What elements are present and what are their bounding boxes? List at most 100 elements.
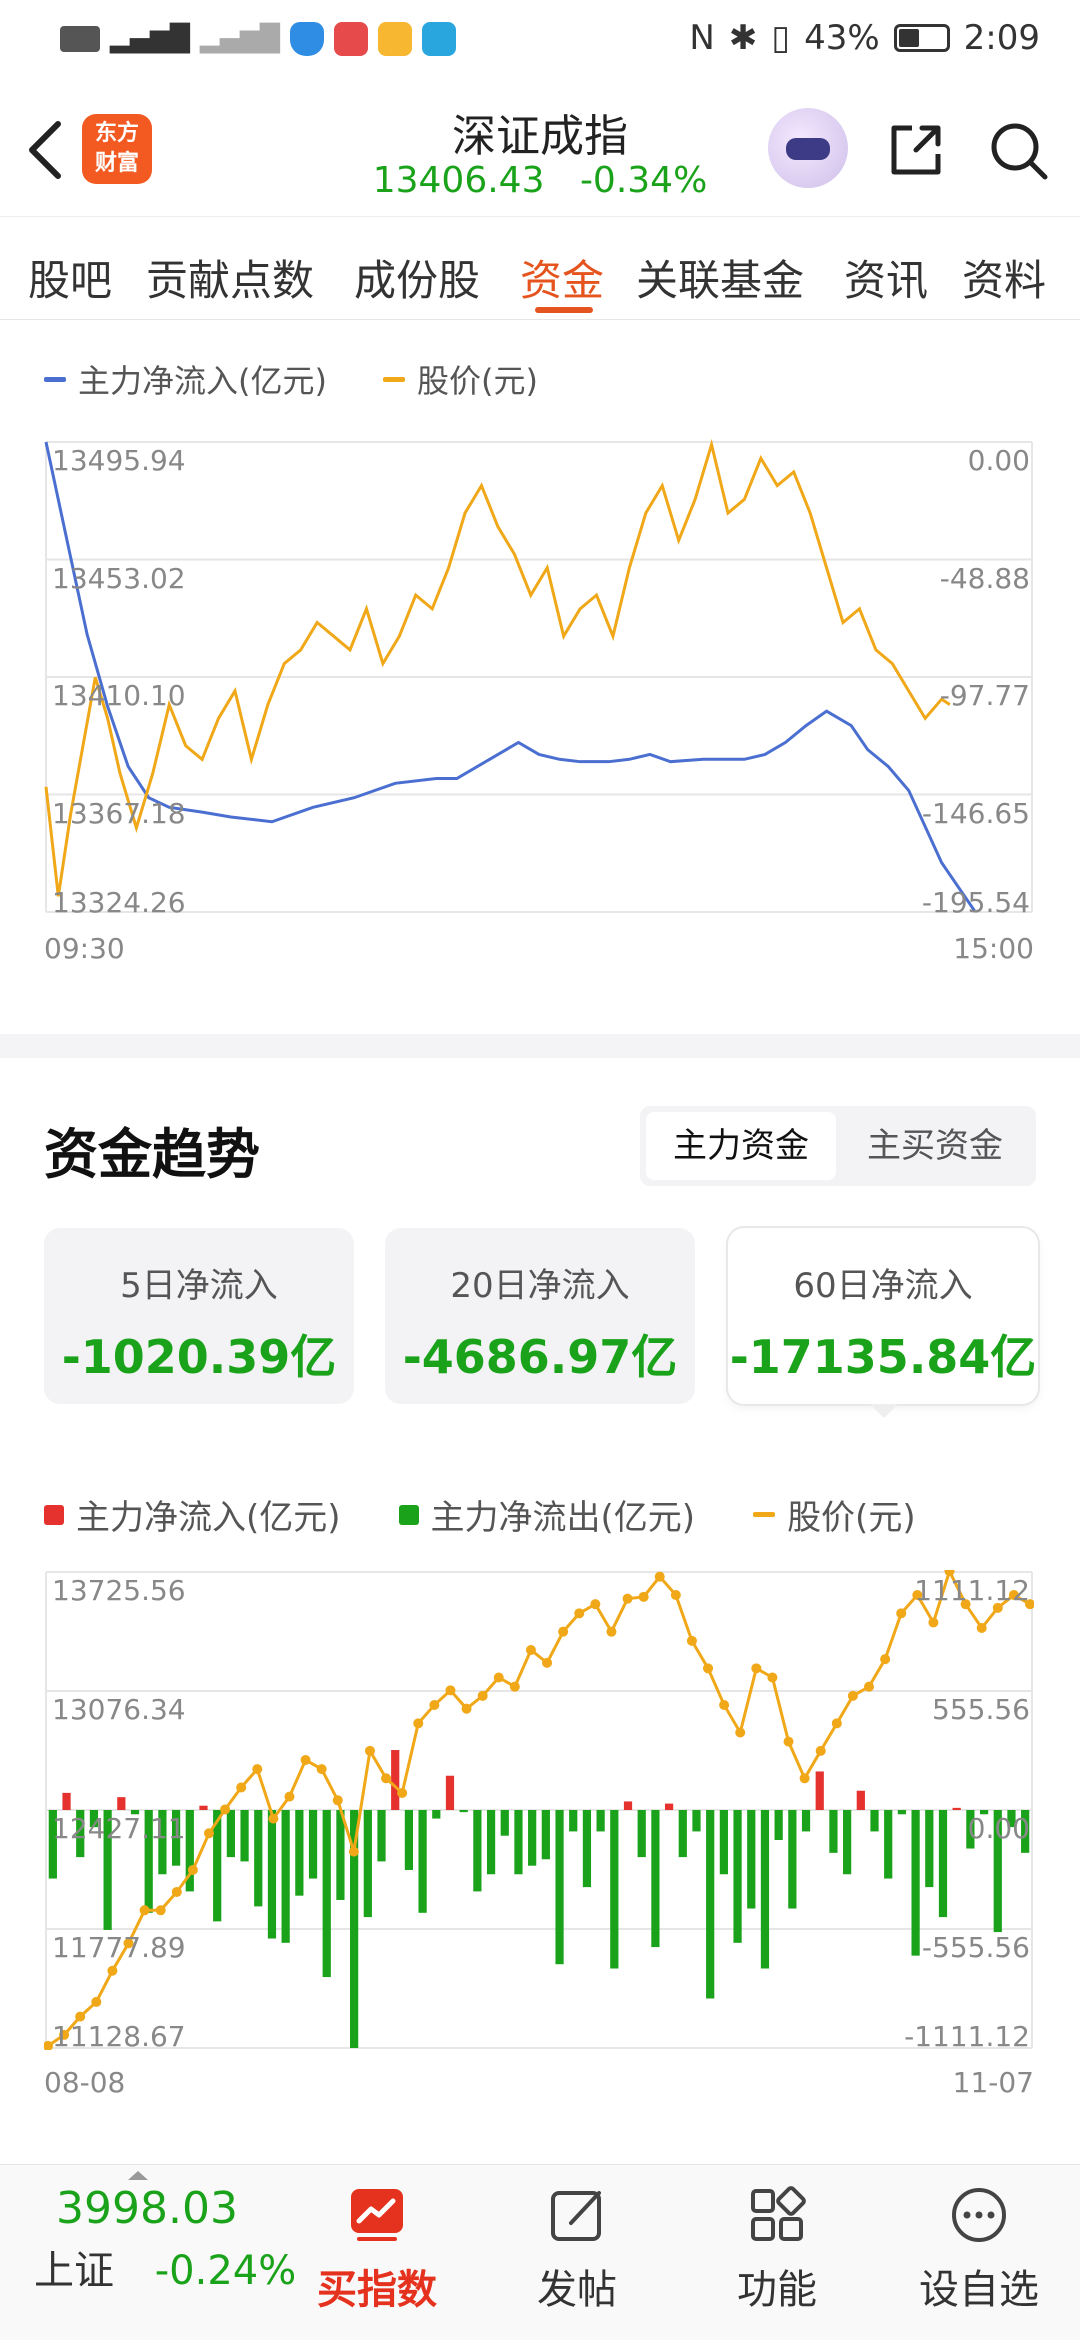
outflow-bar <box>829 1810 838 1853</box>
outflow-bar <box>308 1810 318 1879</box>
card-20day[interactable]: 20日净流入 -4686.97亿 <box>385 1228 695 1404</box>
y-tick-right: -48.88 <box>939 561 1030 595</box>
y-tick-left: 13725.56 <box>52 1574 186 1607</box>
index-price: 13406.43 <box>372 160 545 201</box>
card-value: -1020.39亿 <box>61 1330 337 1384</box>
price-point <box>703 1663 714 1674</box>
inflow-swatch <box>44 1504 64 1525</box>
huawei-app-icon <box>333 22 368 56</box>
vibrate-icon: ▯ <box>771 18 791 58</box>
nav-add-watchlist[interactable]: 设自选 <box>904 2175 1054 2315</box>
y-tick-right: 1111.12 <box>914 1574 1030 1607</box>
outflow-bar <box>336 1810 345 1900</box>
outflow-bar <box>706 1810 715 1999</box>
bluetooth-icon: ✱ <box>728 18 758 58</box>
card-label: 5日净流入 <box>120 1266 278 1306</box>
inflow-bar <box>199 1805 208 1810</box>
nfc-icon: N <box>689 18 715 58</box>
legend-price-label: 股价(元) <box>416 362 538 400</box>
outflow-bar <box>555 1810 564 1965</box>
more-icon <box>952 2188 1006 2242</box>
intraday-flow-chart[interactable]: 13495.94 13453.02 13410.10 13367.18 13324.26… <box>44 432 1034 965</box>
assistant-robot-icon[interactable] <box>768 108 848 188</box>
price-swatch <box>382 376 405 382</box>
nav-label: 发帖 <box>537 2267 617 2313</box>
y-tick-right: 555.56 <box>932 1693 1030 1726</box>
x-tick: 08-08 <box>44 2066 126 2099</box>
price-point <box>220 1804 231 1815</box>
price-point <box>139 1905 150 1916</box>
price-point <box>364 1745 375 1756</box>
toggle-buy-funds[interactable]: 主买资金 <box>840 1112 1030 1180</box>
ticker-caret-icon[interactable] <box>128 2171 148 2180</box>
outflow-bar <box>692 1810 701 1832</box>
nav-label: 设自选 <box>919 2267 1039 2313</box>
price-point <box>268 1813 279 1824</box>
nav-label: 功能 <box>737 2267 817 2313</box>
tab-news[interactable]: 资讯 <box>844 247 928 308</box>
y-tick-left: 13495.94 <box>52 444 186 477</box>
y-tick-left: 11128.67 <box>52 2020 186 2053</box>
search-icon[interactable] <box>988 120 1050 182</box>
nav-buy-index[interactable]: 买指数 <box>302 2175 452 2315</box>
ticker-name: 上证 <box>34 2248 114 2294</box>
nav-functions[interactable]: 功能 <box>702 2175 852 2315</box>
y-tick-right: 0.00 <box>967 1812 1030 1845</box>
share-icon[interactable] <box>886 120 946 180</box>
price-point <box>976 1623 987 1634</box>
tab-funds[interactable]: 资金 <box>520 247 604 308</box>
tab-related-funds[interactable]: 关联基金 <box>636 247 804 308</box>
y-tick-right: -146.65 <box>921 796 1030 830</box>
price-point <box>445 1685 456 1696</box>
y-tick-left: 13410.10 <box>52 679 186 712</box>
price-point <box>928 1617 939 1628</box>
y-tick-right: -97.77 <box>939 679 1030 712</box>
status-right-icons: N ✱ ▯ 43% 2:09 <box>689 18 1040 58</box>
y-tick-right: 0.00 <box>967 444 1030 477</box>
outflow-bar <box>418 1810 427 1913</box>
fund-trend-chart[interactable]: 13725.56 13076.34 12427.11 11777.89 11128.67… <box>44 1570 1034 2099</box>
outflow-bar <box>254 1810 263 1907</box>
market-ticker[interactable]: 3998.03 上证 -0.24% <box>34 2183 296 2296</box>
price-point <box>686 1635 697 1646</box>
card-60day[interactable]: 60日净流入 -17135.84亿 <box>728 1228 1038 1404</box>
outflow-bar <box>295 1810 304 1896</box>
price-point <box>542 1657 553 1668</box>
tab-guba[interactable]: 股吧 <box>28 247 112 308</box>
card-5day[interactable]: 5日净流入 -1020.39亿 <box>44 1228 354 1404</box>
outflow-bar <box>870 1810 879 1832</box>
tab-constituents[interactable]: 成份股 <box>354 247 480 308</box>
intraday-legend: 主力净流入(亿元) 股价(元) <box>44 356 538 402</box>
index-quote: 13406.43 -0.34% <box>340 160 740 201</box>
grid-icon <box>751 2186 806 2241</box>
nav-label: 买指数 <box>317 2267 437 2313</box>
outflow-bar <box>322 1810 331 1978</box>
outflow-bar <box>719 1810 728 1875</box>
price-point <box>558 1626 569 1637</box>
tab-profile[interactable]: 资料 <box>962 247 1046 308</box>
outflow-bar <box>925 1810 934 1888</box>
price-point <box>477 1690 488 1701</box>
tab-contribution[interactable]: 贡献点数 <box>146 247 314 308</box>
selected-card-pointer <box>870 1404 898 1418</box>
y-tick-left: 13367.18 <box>52 796 186 830</box>
nav-post[interactable]: 发帖 <box>502 2175 652 2315</box>
status-bar: ▂▄▆█ ▂▄▆█ N ✱ ▯ 43% 2:09 <box>0 0 1080 80</box>
back-arrow-icon[interactable] <box>22 118 72 182</box>
card-label: 60日净流入 <box>793 1266 973 1306</box>
inflow-bar <box>445 1775 455 1810</box>
outflow-bar <box>596 1810 605 1832</box>
trend-chart-svg <box>44 1570 1034 2050</box>
outflow-bar <box>884 1810 893 1879</box>
battery-percent: 43% <box>804 18 880 58</box>
card-value: -4686.97亿 <box>402 1330 678 1384</box>
price-point <box>300 1754 311 1765</box>
folder-app-icon <box>377 22 412 56</box>
y-tick-left: 13453.02 <box>52 561 186 595</box>
price-point <box>767 1672 778 1683</box>
price-point <box>606 1626 617 1637</box>
inflow-bar <box>856 1790 865 1810</box>
legend-outflow-label: 主力净流出(亿元) <box>430 1498 696 1538</box>
toggle-main-funds[interactable]: 主力资金 <box>646 1112 836 1180</box>
logo-line1: 东方 <box>94 121 139 146</box>
